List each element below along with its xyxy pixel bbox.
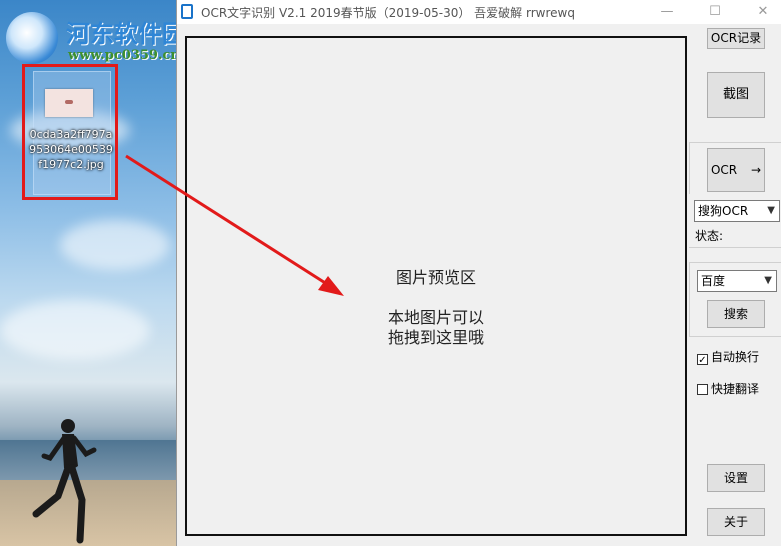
quick-translate-checkbox[interactable]: 快捷翻译: [697, 380, 759, 397]
watermark: 河东软件园 www.pc0359.cn: [4, 8, 204, 68]
maximize-button[interactable]: ☐: [707, 4, 723, 20]
runner-silhouette: [32, 419, 97, 544]
ocr-engine-value: 搜狗OCR: [698, 204, 749, 218]
screenshot-button[interactable]: 截图: [707, 72, 765, 118]
arrow-right-icon: →: [750, 163, 762, 177]
cloud: [0, 300, 150, 360]
divider: [689, 336, 781, 337]
window-title: OCR文字识别 V2.1 2019春节版（2019-05-30） 吾爱破解 rr…: [201, 6, 575, 20]
chevron-down-icon: ▼: [764, 275, 772, 286]
search-engine-value: 百度: [701, 274, 726, 288]
file-icon-highlight[interactable]: 0cda3a2ff797a953064e00539f1977c2.jpg: [22, 64, 118, 200]
status-label: 状态:: [695, 229, 724, 243]
screenshot-label: 截图: [722, 87, 749, 102]
divider: [689, 142, 690, 194]
image-thumbnail-icon: [45, 89, 93, 117]
ocr-history-label: OCR记录: [710, 31, 762, 45]
image-preview-area[interactable]: 图片预览区 本地图片可以 拖拽到这里哦: [185, 36, 687, 536]
close-window-button[interactable]: ✕: [755, 4, 771, 20]
about-label: 关于: [723, 515, 748, 529]
divider: [689, 142, 781, 143]
search-label: 搜索: [723, 307, 748, 321]
watermark-title: 河东软件园: [66, 19, 186, 48]
watermark-url: www.pc0359.cn: [68, 48, 180, 63]
preview-hint-line2: 拖拽到这里哦: [387, 328, 484, 347]
preview-title: 图片预览区: [395, 268, 476, 287]
settings-button[interactable]: 设置: [707, 464, 765, 492]
ocr-engine-select[interactable]: 搜狗OCR ▼: [694, 200, 780, 222]
auto-wrap-label: 自动换行: [711, 350, 760, 364]
checkbox-empty-icon: [697, 384, 708, 395]
divider: [689, 262, 690, 336]
settings-label: 设置: [723, 471, 748, 485]
about-button[interactable]: 关于: [707, 508, 765, 536]
search-button[interactable]: 搜索: [707, 300, 765, 328]
search-engine-select[interactable]: 百度 ▼: [697, 270, 777, 292]
divider: [689, 262, 781, 263]
quick-translate-label: 快捷翻译: [711, 382, 760, 396]
desktop-background: 0cda3a2ff797a953064e00539f1977c2.jpg: [0, 0, 176, 546]
watermark-logo-icon: [6, 12, 58, 64]
title-bar[interactable]: OCR文字识别 V2.1 2019春节版（2019-05-30） 吾爱破解 rr…: [177, 0, 781, 24]
ocr-label: OCR: [710, 163, 738, 177]
app-icon: [181, 4, 193, 19]
chevron-down-icon: ▼: [767, 205, 775, 216]
divider: [689, 247, 781, 248]
minimize-button[interactable]: —: [659, 4, 675, 20]
file-name: 0cda3a2ff797a953064e00539f1977c2.jpg: [29, 128, 113, 171]
ocr-button[interactable]: OCR →: [707, 148, 765, 192]
checkmark-icon: ✓: [697, 354, 708, 366]
auto-wrap-checkbox[interactable]: ✓ 自动换行: [697, 348, 760, 366]
cloud: [60, 220, 170, 270]
ocr-history-button[interactable]: OCR记录: [707, 28, 765, 49]
app-window: OCR文字识别 V2.1 2019春节版（2019-05-30） 吾爱破解 rr…: [176, 0, 781, 546]
